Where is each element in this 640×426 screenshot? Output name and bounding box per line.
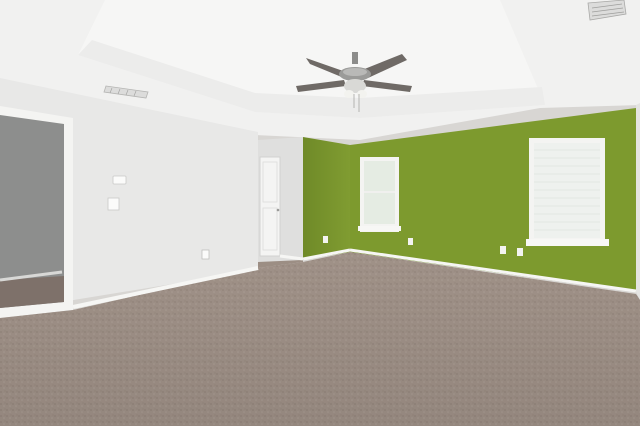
door-knob (276, 208, 280, 212)
room-illustration (0, 0, 640, 426)
outlet-icon (201, 249, 210, 260)
window-right-sill (526, 239, 609, 246)
light-switch (107, 197, 120, 211)
thermostat-icon (112, 175, 127, 185)
outlet-icon (517, 248, 523, 256)
outlet-icon (323, 236, 328, 243)
window-right-glass (534, 143, 600, 238)
empty-room-photo (0, 0, 640, 426)
window-left-sill (358, 226, 401, 231)
right-wall-edge (636, 103, 640, 300)
outlet-icon (500, 246, 506, 254)
outlet-icon (408, 238, 413, 245)
